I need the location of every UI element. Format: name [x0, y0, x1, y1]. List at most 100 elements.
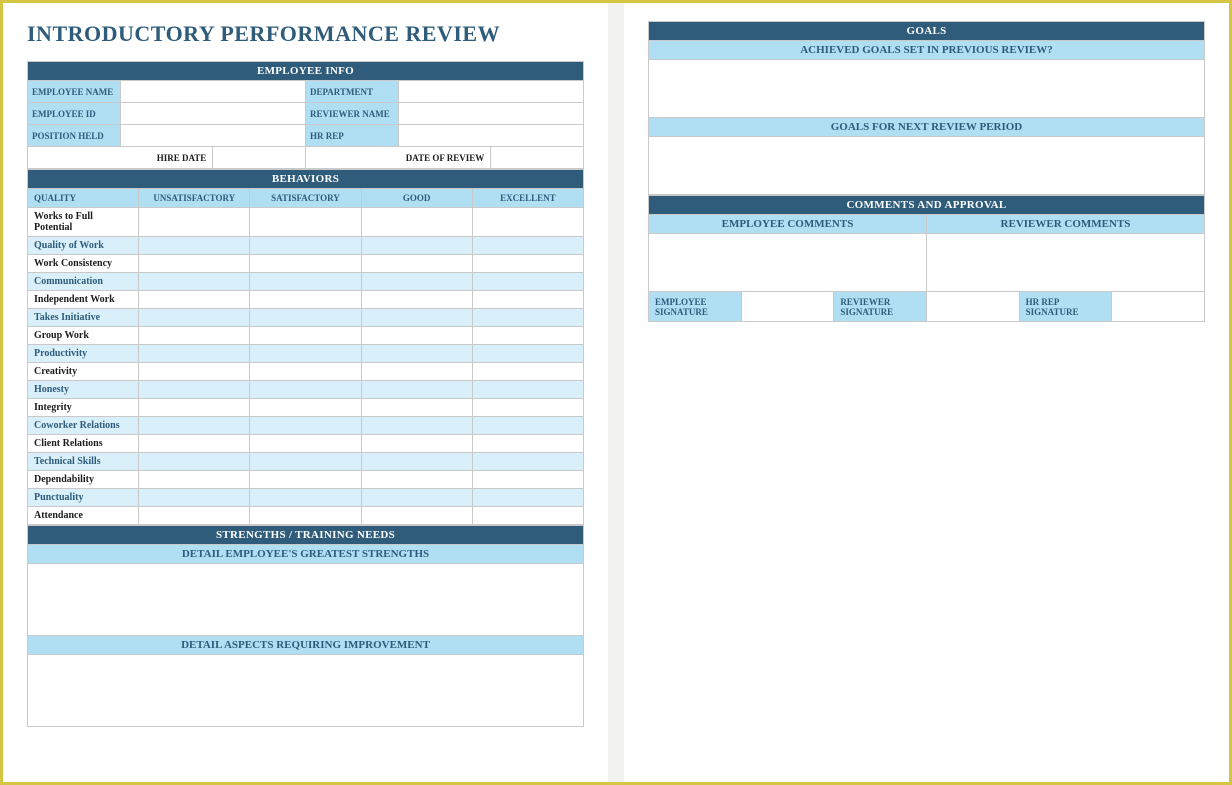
rating-good[interactable] — [361, 327, 472, 345]
input-improvement[interactable] — [28, 655, 584, 727]
rating-good[interactable] — [361, 399, 472, 417]
rating-unsatisfactory[interactable] — [139, 291, 250, 309]
rating-unsatisfactory[interactable] — [139, 453, 250, 471]
rating-unsatisfactory[interactable] — [139, 489, 250, 507]
rating-good[interactable] — [361, 363, 472, 381]
input-department[interactable] — [398, 81, 583, 103]
rating-unsatisfactory[interactable] — [139, 507, 250, 525]
rating-unsatisfactory[interactable] — [139, 435, 250, 453]
rating-excellent[interactable] — [472, 273, 583, 291]
input-achieved-goals[interactable] — [649, 60, 1205, 118]
behavior-label: Group Work — [28, 327, 139, 345]
rating-satisfactory[interactable] — [250, 489, 361, 507]
input-hr-signature[interactable] — [1112, 292, 1205, 322]
rating-good[interactable] — [361, 309, 472, 327]
behavior-label: Honesty — [28, 381, 139, 399]
rating-excellent[interactable] — [472, 435, 583, 453]
input-date-of-review[interactable] — [491, 147, 584, 169]
subhead-achieved-goals: ACHIEVED GOALS SET IN PREVIOUS REVIEW? — [649, 41, 1205, 60]
rating-good[interactable] — [361, 417, 472, 435]
rating-satisfactory[interactable] — [250, 208, 361, 237]
col-quality: QUALITY — [28, 189, 139, 208]
rating-satisfactory[interactable] — [250, 345, 361, 363]
rating-excellent[interactable] — [472, 363, 583, 381]
rating-satisfactory[interactable] — [250, 309, 361, 327]
rating-excellent[interactable] — [472, 399, 583, 417]
rating-good[interactable] — [361, 345, 472, 363]
rating-unsatisfactory[interactable] — [139, 327, 250, 345]
rating-excellent[interactable] — [472, 489, 583, 507]
rating-unsatisfactory[interactable] — [139, 273, 250, 291]
rating-unsatisfactory[interactable] — [139, 255, 250, 273]
rating-satisfactory[interactable] — [250, 381, 361, 399]
rating-unsatisfactory[interactable] — [139, 345, 250, 363]
rating-excellent[interactable] — [472, 327, 583, 345]
table-row: Coworker Relations — [28, 417, 584, 435]
rating-satisfactory[interactable] — [250, 255, 361, 273]
rating-excellent[interactable] — [472, 471, 583, 489]
input-greatest-strengths[interactable] — [28, 564, 584, 636]
goals-table: GOALS ACHIEVED GOALS SET IN PREVIOUS REV… — [648, 21, 1205, 195]
col-good: GOOD — [361, 189, 472, 208]
rating-satisfactory[interactable] — [250, 363, 361, 381]
rating-unsatisfactory[interactable] — [139, 381, 250, 399]
label-date-of-review: DATE OF REVIEW — [305, 147, 490, 169]
input-employee-signature[interactable] — [741, 292, 834, 322]
rating-unsatisfactory[interactable] — [139, 237, 250, 255]
behavior-label: Integrity — [28, 399, 139, 417]
input-hire-date[interactable] — [213, 147, 306, 169]
input-reviewer-signature[interactable] — [926, 292, 1019, 322]
rating-good[interactable] — [361, 255, 472, 273]
rating-excellent[interactable] — [472, 507, 583, 525]
rating-satisfactory[interactable] — [250, 399, 361, 417]
rating-good[interactable] — [361, 237, 472, 255]
rating-satisfactory[interactable] — [250, 237, 361, 255]
rating-good[interactable] — [361, 489, 472, 507]
rating-excellent[interactable] — [472, 208, 583, 237]
rating-good[interactable] — [361, 273, 472, 291]
rating-unsatisfactory[interactable] — [139, 471, 250, 489]
input-reviewer-comments[interactable] — [926, 234, 1204, 292]
rating-satisfactory[interactable] — [250, 507, 361, 525]
rating-satisfactory[interactable] — [250, 435, 361, 453]
input-next-goals[interactable] — [649, 137, 1205, 195]
rating-satisfactory[interactable] — [250, 291, 361, 309]
input-employee-id[interactable] — [120, 103, 305, 125]
table-row: Work Consistency — [28, 255, 584, 273]
rating-excellent[interactable] — [472, 237, 583, 255]
rating-excellent[interactable] — [472, 309, 583, 327]
rating-excellent[interactable] — [472, 291, 583, 309]
rating-good[interactable] — [361, 507, 472, 525]
input-reviewer-name[interactable] — [398, 103, 583, 125]
rating-unsatisfactory[interactable] — [139, 399, 250, 417]
rating-satisfactory[interactable] — [250, 471, 361, 489]
label-department: DEPARTMENT — [305, 81, 398, 103]
behavior-label: Communication — [28, 273, 139, 291]
rating-satisfactory[interactable] — [250, 327, 361, 345]
rating-excellent[interactable] — [472, 381, 583, 399]
rating-good[interactable] — [361, 291, 472, 309]
behavior-label: Independent Work — [28, 291, 139, 309]
rating-unsatisfactory[interactable] — [139, 309, 250, 327]
rating-satisfactory[interactable] — [250, 417, 361, 435]
rating-good[interactable] — [361, 435, 472, 453]
input-hr-rep[interactable] — [398, 125, 583, 147]
rating-unsatisfactory[interactable] — [139, 417, 250, 435]
rating-unsatisfactory[interactable] — [139, 363, 250, 381]
rating-unsatisfactory[interactable] — [139, 208, 250, 237]
input-position-held[interactable] — [120, 125, 305, 147]
rating-good[interactable] — [361, 208, 472, 237]
rating-good[interactable] — [361, 453, 472, 471]
subhead-greatest-strengths: DETAIL EMPLOYEE'S GREATEST STRENGTHS — [28, 545, 584, 564]
rating-good[interactable] — [361, 471, 472, 489]
input-employee-comments[interactable] — [649, 234, 927, 292]
rating-good[interactable] — [361, 381, 472, 399]
rating-excellent[interactable] — [472, 345, 583, 363]
rating-satisfactory[interactable] — [250, 453, 361, 471]
table-row: Takes Initiative — [28, 309, 584, 327]
input-employee-name[interactable] — [120, 81, 305, 103]
rating-excellent[interactable] — [472, 417, 583, 435]
rating-excellent[interactable] — [472, 453, 583, 471]
rating-satisfactory[interactable] — [250, 273, 361, 291]
rating-excellent[interactable] — [472, 255, 583, 273]
